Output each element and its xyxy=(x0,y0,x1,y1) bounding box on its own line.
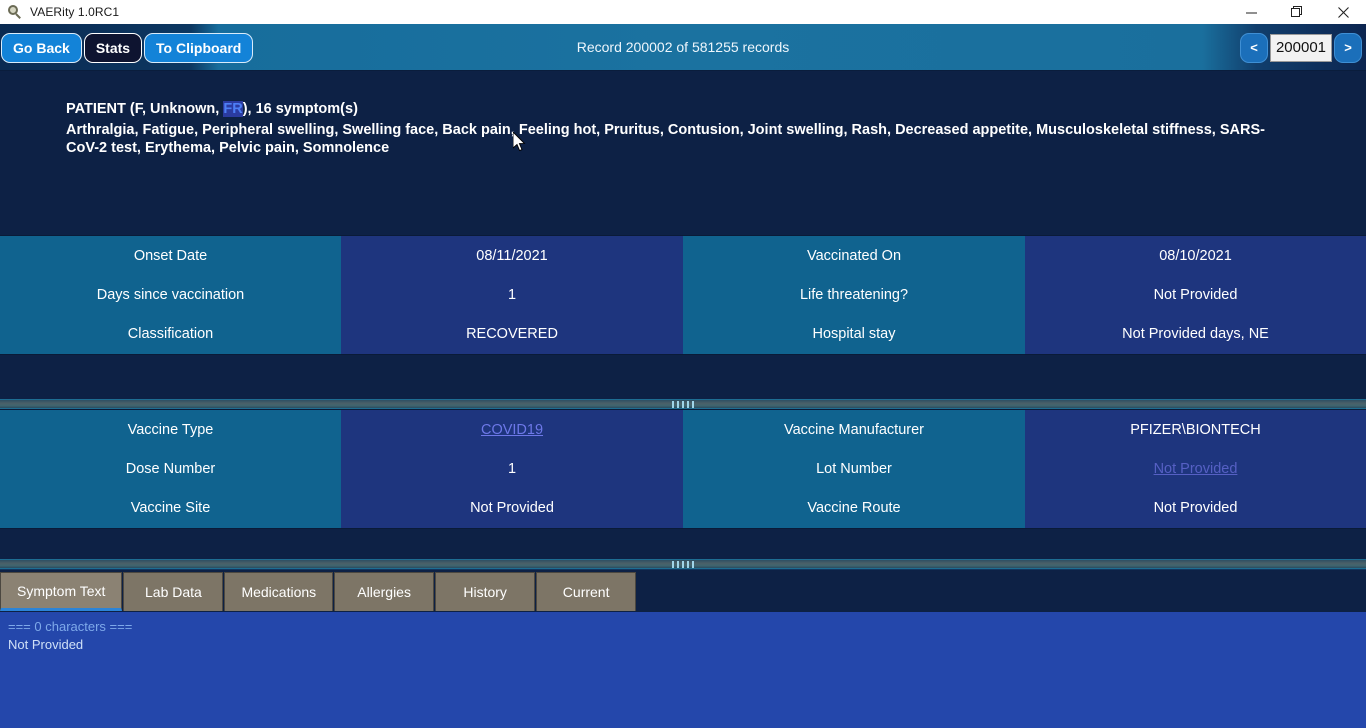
splitter-lower[interactable] xyxy=(0,559,1366,569)
value-onset-date: 08/11/2021 xyxy=(341,236,683,276)
label-vaccinated-on: Vaccinated On xyxy=(683,236,1025,276)
value-vaccine-type-cell: COVID19 xyxy=(341,410,683,450)
app-toolbar: Go Back Stats To Clipboard Record 200002… xyxy=(0,24,1366,71)
label-hospital-stay: Hospital stay xyxy=(683,314,1025,354)
tab-symptom-text[interactable]: Symptom Text xyxy=(0,572,123,611)
label-life-threatening: Life threatening? xyxy=(683,275,1025,315)
lot-number-link[interactable]: Not Provided xyxy=(1154,461,1238,477)
tab-allergies[interactable]: Allergies xyxy=(334,572,435,611)
vaccine-details-grid: Vaccine Type COVID19 Vaccine Manufacture… xyxy=(0,409,1366,529)
window-title: VAERity 1.0RC1 xyxy=(30,5,120,19)
symptom-text-body: Not Provided xyxy=(8,637,84,652)
tab-current[interactable]: Current xyxy=(536,572,637,611)
label-vaccine-site: Vaccine Site xyxy=(0,488,341,528)
value-dose-number: 1 xyxy=(341,449,683,489)
splitter-grip-icon xyxy=(672,561,694,568)
tab-lab-data[interactable]: Lab Data xyxy=(123,572,224,611)
close-button[interactable] xyxy=(1320,0,1366,24)
detail-tabs: Symptom Text Lab Data Medications Allerg… xyxy=(0,569,1366,611)
label-lot-number: Lot Number xyxy=(683,449,1025,489)
splitter-upper[interactable] xyxy=(0,399,1366,409)
panel-spacer-bottom xyxy=(0,529,1366,559)
value-lot-number-cell: Not Provided xyxy=(1025,449,1366,489)
label-vaccine-route: Vaccine Route xyxy=(683,488,1025,528)
value-classification: RECOVERED xyxy=(341,314,683,354)
tab-medications[interactable]: Medications xyxy=(224,572,334,611)
value-vaccine-route: Not Provided xyxy=(1025,488,1366,528)
label-dose-number: Dose Number xyxy=(0,449,341,489)
label-days-since-vaccination: Days since vaccination xyxy=(0,275,341,315)
value-vaccine-site: Not Provided xyxy=(341,488,683,528)
label-vaccine-manufacturer: Vaccine Manufacturer xyxy=(683,410,1025,450)
magnifier-icon xyxy=(7,4,23,20)
tab-history[interactable]: History xyxy=(435,572,536,611)
symptom-list: Arthralgia, Fatigue, Peripheral swelling… xyxy=(66,122,1265,156)
patient-header: PATIENT (F, Unknown, FR), 16 symptom(s) xyxy=(66,101,1300,117)
record-number-input[interactable]: 200001 xyxy=(1270,33,1332,62)
minimize-button[interactable] xyxy=(1228,0,1274,24)
value-vaccinated-on: 08/10/2021 xyxy=(1025,236,1366,276)
label-onset-date: Onset Date xyxy=(0,236,341,276)
stats-button[interactable]: Stats xyxy=(83,32,143,63)
patient-header-suffix: ), 16 symptom(s) xyxy=(242,101,358,117)
label-vaccine-type: Vaccine Type xyxy=(0,410,341,450)
patient-header-prefix: PATIENT (F, Unknown, xyxy=(66,101,224,117)
next-record-button[interactable]: > xyxy=(1334,32,1362,63)
toolbar-left-buttons: Go Back Stats To Clipboard xyxy=(0,24,255,71)
event-details-grid: Onset Date 08/11/2021 Vaccinated On 08/1… xyxy=(0,235,1366,355)
record-navigation: < 200001 > xyxy=(1240,24,1362,71)
panel-spacer-top xyxy=(0,355,1366,399)
patient-summary-panel: PATIENT (F, Unknown, FR), 16 symptom(s) … xyxy=(0,71,1366,235)
symptom-text-pane[interactable]: === 0 characters === Not Provided xyxy=(0,611,1366,728)
go-back-button[interactable]: Go Back xyxy=(1,32,82,63)
window-controls xyxy=(1228,0,1366,24)
window-titlebar: VAERity 1.0RC1 xyxy=(0,0,1366,24)
label-classification: Classification xyxy=(0,314,341,354)
splitter-grip-icon xyxy=(672,401,694,408)
maximize-restore-button[interactable] xyxy=(1274,0,1320,24)
value-life-threatening: Not Provided xyxy=(1025,275,1366,315)
value-days-since-vaccination: 1 xyxy=(341,275,683,315)
vaccine-type-link[interactable]: COVID19 xyxy=(481,422,543,438)
patient-country-highlight[interactable]: FR xyxy=(223,101,243,117)
character-count-line: === 0 characters === xyxy=(8,619,133,634)
to-clipboard-button[interactable]: To Clipboard xyxy=(144,32,254,63)
previous-record-button[interactable]: < xyxy=(1240,32,1268,63)
value-hospital-stay: Not Provided days, NE xyxy=(1025,314,1366,354)
value-vaccine-manufacturer: PFIZER\BIONTECH xyxy=(1025,410,1366,450)
